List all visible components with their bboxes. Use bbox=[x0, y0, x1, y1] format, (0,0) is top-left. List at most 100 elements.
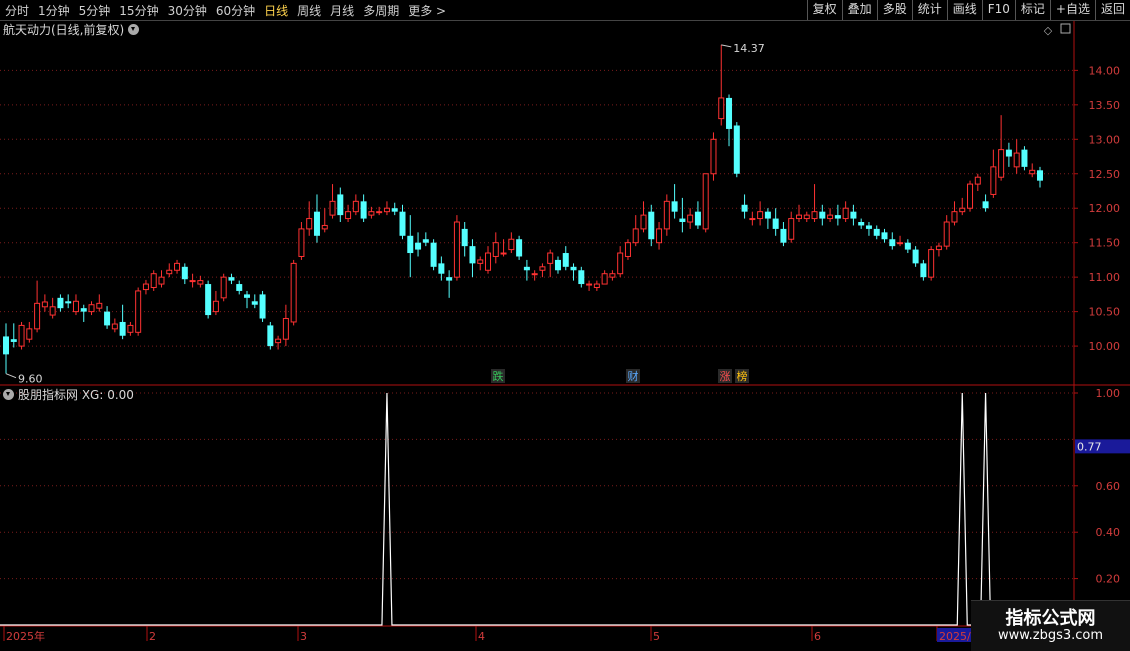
event-marker-2: 涨 bbox=[720, 370, 731, 383]
candle-body bbox=[430, 242, 437, 267]
candle-body bbox=[959, 207, 966, 213]
candle-body bbox=[749, 218, 756, 221]
period-tab-7[interactable]: 周线 bbox=[292, 2, 325, 19]
period-tab-5[interactable]: 60分钟 bbox=[211, 2, 259, 19]
candle-body bbox=[897, 242, 904, 245]
watermark: 指标公式网 www.zbgs3.com bbox=[971, 600, 1130, 651]
min-price-pointer bbox=[5, 373, 17, 379]
candle-body bbox=[508, 238, 515, 251]
toolbar: 分时 1分钟 5分钟 15分钟 30分钟 60分钟 日线 周线 月线 多周期 更多 > 复权 叠加 多股… bbox=[0, 0, 1130, 21]
stock-name-label[interactable]: 航天动力(日线,前复权) bbox=[3, 23, 124, 37]
candle-body bbox=[415, 242, 422, 250]
candle-body bbox=[726, 97, 733, 129]
candle-body bbox=[811, 211, 818, 220]
candle-body bbox=[500, 252, 507, 255]
candle-body bbox=[640, 214, 647, 230]
indicator-dropdown-icon[interactable] bbox=[3, 389, 14, 400]
period-tab-1[interactable]: 1分钟 bbox=[33, 2, 74, 19]
toolbar-button-3[interactable]: 统计 bbox=[911, 0, 947, 20]
toolbar-button-5[interactable]: F10 bbox=[981, 0, 1015, 20]
candle-body bbox=[181, 266, 188, 280]
candle-body bbox=[376, 211, 383, 214]
candle-body bbox=[624, 242, 631, 257]
toolbar-button-1[interactable]: 叠加 bbox=[841, 0, 877, 20]
candle-body bbox=[780, 228, 787, 243]
time-label: 4 bbox=[478, 630, 485, 643]
max-price-label: 14.37 bbox=[733, 42, 765, 55]
period-tab-3[interactable]: 15分钟 bbox=[114, 2, 162, 19]
price-tick-label: 12.50 bbox=[1089, 168, 1121, 181]
candle-body bbox=[34, 302, 41, 330]
toolbar-button-2[interactable]: 多股 bbox=[876, 0, 912, 20]
candle-body bbox=[1029, 169, 1036, 175]
indicator-tick-label: 0.20 bbox=[1096, 573, 1121, 586]
candle-body bbox=[827, 214, 834, 220]
candle-body bbox=[865, 225, 872, 229]
candle-body bbox=[49, 306, 56, 316]
candle-body bbox=[166, 269, 173, 275]
candle-body bbox=[593, 283, 600, 288]
toolbar-button-6[interactable]: 标记 bbox=[1014, 0, 1050, 20]
candle-body bbox=[788, 218, 795, 240]
period-tab-4[interactable]: 30分钟 bbox=[163, 2, 211, 19]
time-label: 6 bbox=[814, 630, 821, 643]
period-tabs: 分时 1分钟 5分钟 15分钟 30分钟 60分钟 日线 周线 月线 多周期 更多 > bbox=[0, 0, 450, 20]
candle-body bbox=[687, 214, 694, 223]
diamond-icon: ◇ bbox=[1044, 24, 1053, 37]
candle-body bbox=[104, 311, 111, 326]
period-tab-9[interactable]: 多周期 bbox=[358, 2, 403, 19]
candle-body bbox=[142, 283, 149, 291]
toolbar-button-0[interactable]: 复权 bbox=[806, 0, 842, 20]
candle-body bbox=[757, 211, 764, 220]
candle-body bbox=[928, 249, 935, 278]
toolbar-button-4[interactable]: 画线 bbox=[946, 0, 982, 20]
candle-body bbox=[174, 262, 181, 271]
candle-body bbox=[57, 297, 64, 309]
candle-body bbox=[119, 321, 126, 336]
candle-body bbox=[3, 336, 9, 355]
max-price-pointer bbox=[721, 44, 732, 48]
candle-body bbox=[609, 273, 616, 278]
candle-body bbox=[562, 253, 569, 267]
candle-body bbox=[904, 242, 911, 250]
candle-body bbox=[967, 183, 974, 209]
candle-body bbox=[632, 228, 639, 244]
price-tick-label: 11.00 bbox=[1089, 271, 1121, 284]
candle-body bbox=[850, 211, 857, 219]
toolbar-button-7[interactable]: +自选 bbox=[1049, 0, 1095, 20]
candle-body bbox=[795, 214, 802, 220]
candle-body bbox=[733, 125, 740, 174]
candle-body bbox=[586, 283, 593, 286]
candle-body bbox=[834, 215, 841, 219]
candle-body bbox=[306, 218, 313, 230]
candle-body bbox=[539, 266, 546, 271]
layout-icon[interactable] bbox=[1060, 23, 1071, 34]
indicator-tick-label: 0.60 bbox=[1096, 480, 1121, 493]
period-tab-10[interactable]: 更多 > bbox=[403, 2, 450, 19]
candle-body bbox=[360, 201, 367, 219]
candle-body bbox=[974, 176, 981, 185]
candle-body bbox=[982, 201, 989, 209]
chart-area[interactable]: 14.00 13.50 13.00 12.50 12.00 11.50 11.00 10.50… bbox=[0, 21, 1130, 650]
toolbar-button-8[interactable]: 返回 bbox=[1094, 0, 1130, 20]
period-tab-6[interactable]: 日线 bbox=[259, 2, 292, 19]
candle-body bbox=[267, 325, 274, 347]
candle-body bbox=[531, 273, 538, 276]
candle-body bbox=[1005, 149, 1012, 157]
price-tick-label: 12.00 bbox=[1089, 202, 1121, 215]
candle-body bbox=[485, 252, 492, 271]
period-tab-2[interactable]: 5分钟 bbox=[74, 2, 115, 19]
candle-body bbox=[578, 270, 585, 285]
candle-body bbox=[275, 338, 282, 344]
candle-body bbox=[135, 290, 142, 333]
candle-body bbox=[920, 263, 927, 278]
candle-body bbox=[313, 211, 320, 236]
candle-body bbox=[873, 228, 880, 236]
candle-body bbox=[438, 263, 445, 274]
period-tab-0[interactable]: 分时 bbox=[0, 2, 33, 19]
period-tab-8[interactable]: 月线 bbox=[325, 2, 358, 19]
candle-body bbox=[189, 280, 196, 283]
candle-body bbox=[407, 235, 414, 254]
indicator-name-label[interactable]: 股朋指标网 XG: 0.00 bbox=[18, 388, 134, 402]
title-dropdown-icon[interactable] bbox=[128, 24, 140, 35]
